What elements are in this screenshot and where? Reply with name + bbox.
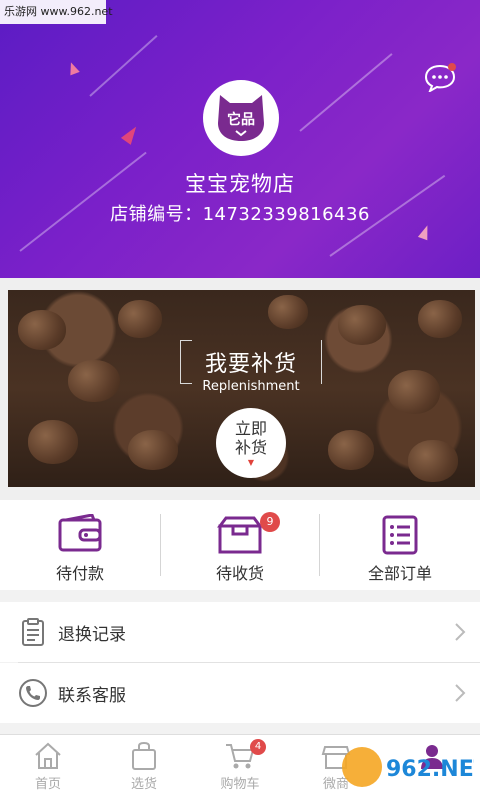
kibble-decor: [128, 430, 178, 470]
order-pending-payment[interactable]: 待付款: [0, 500, 160, 590]
tab-cart[interactable]: 4 购物车: [192, 735, 288, 800]
kibble-decor: [268, 295, 308, 329]
tab-select-goods[interactable]: 选货: [96, 735, 192, 800]
clipboard-icon: [22, 618, 44, 646]
chevron-down-icon: ▼: [247, 458, 255, 467]
order-label: 全部订单: [367, 564, 432, 583]
profile-header: 乐游网 www.962.net 它品 宝宝宠物店 店铺编号：1473233981…: [0, 0, 480, 278]
bag-icon: [132, 741, 156, 770]
order-pending-receipt[interactable]: 9 待收货: [160, 500, 320, 590]
button-line-2: 补货: [234, 438, 267, 457]
decor-shard: [417, 223, 433, 241]
menu-label: 联系客服: [58, 685, 126, 706]
order-all[interactable]: 全部订单: [320, 500, 480, 590]
notification-badge: 9: [260, 512, 280, 532]
tab-label: 购物车: [220, 777, 260, 792]
decor-streak: [299, 53, 393, 132]
decor-shard: [120, 123, 142, 145]
home-icon: [35, 742, 61, 769]
kibble-decor: [118, 300, 162, 338]
dog-logo-icon: 它品: [218, 95, 264, 141]
watermark-text: 962.NET 乐游网: [386, 756, 474, 782]
kibble-decor: [408, 440, 458, 482]
kibble-decor: [68, 360, 120, 402]
kibble-decor: [18, 310, 66, 350]
order-label: 待付款: [55, 564, 104, 583]
menu-label: 退换记录: [58, 624, 126, 645]
list-icon: [380, 514, 420, 556]
cart-badge: 4: [250, 739, 266, 755]
shop-logo: 它品: [203, 80, 279, 156]
kibble-decor: [338, 305, 386, 345]
order-label: 待收货: [215, 564, 264, 583]
message-button[interactable]: [424, 62, 458, 94]
shop-id: 店铺编号：14732339816436: [110, 204, 370, 225]
box-icon: 9: [214, 512, 280, 556]
kibble-decor: [28, 420, 78, 464]
phone-icon: [19, 679, 47, 707]
wallet-icon: [56, 513, 104, 556]
kibble-decor: [418, 300, 462, 338]
replenish-now-button[interactable]: 立即 补货 ▼: [216, 408, 286, 478]
decor-streak: [89, 35, 158, 97]
kibble-decor: [328, 430, 374, 470]
chevron-right-icon: [455, 684, 466, 702]
tab-label: 首页: [34, 777, 61, 792]
divider: [160, 514, 161, 576]
banner-title-frame: 我要补货: [180, 340, 322, 384]
chevron-right-icon: [455, 623, 466, 641]
shop-name: 宝宝宠物店: [185, 172, 295, 196]
banner-title: 我要补货: [204, 352, 297, 377]
kibble-decor: [388, 370, 440, 414]
button-line-1: 立即: [234, 419, 267, 438]
tab-label: 选货: [130, 777, 157, 792]
banner-subtitle: Replenishment: [202, 379, 300, 394]
chat-bubble-icon: [424, 63, 456, 94]
tab-home[interactable]: 首页: [0, 735, 96, 800]
menu-item-support[interactable]: 联系客服: [0, 663, 480, 723]
logo-text: 它品: [227, 111, 255, 128]
watermark-logo: 962.NET 乐游网: [340, 740, 474, 794]
menu-item-returns[interactable]: 退换记录: [0, 602, 480, 662]
order-status-bar: 待付款 9 待收货 全部订单: [0, 500, 480, 590]
banner-section: 我要补货 Replenishment 立即 补货 ▼: [0, 278, 480, 500]
decor-shard: [66, 60, 80, 76]
replenish-banner[interactable]: 我要补货 Replenishment 立即 补货 ▼: [8, 290, 475, 487]
watermark-text: 乐游网 www.962.net: [0, 0, 113, 24]
